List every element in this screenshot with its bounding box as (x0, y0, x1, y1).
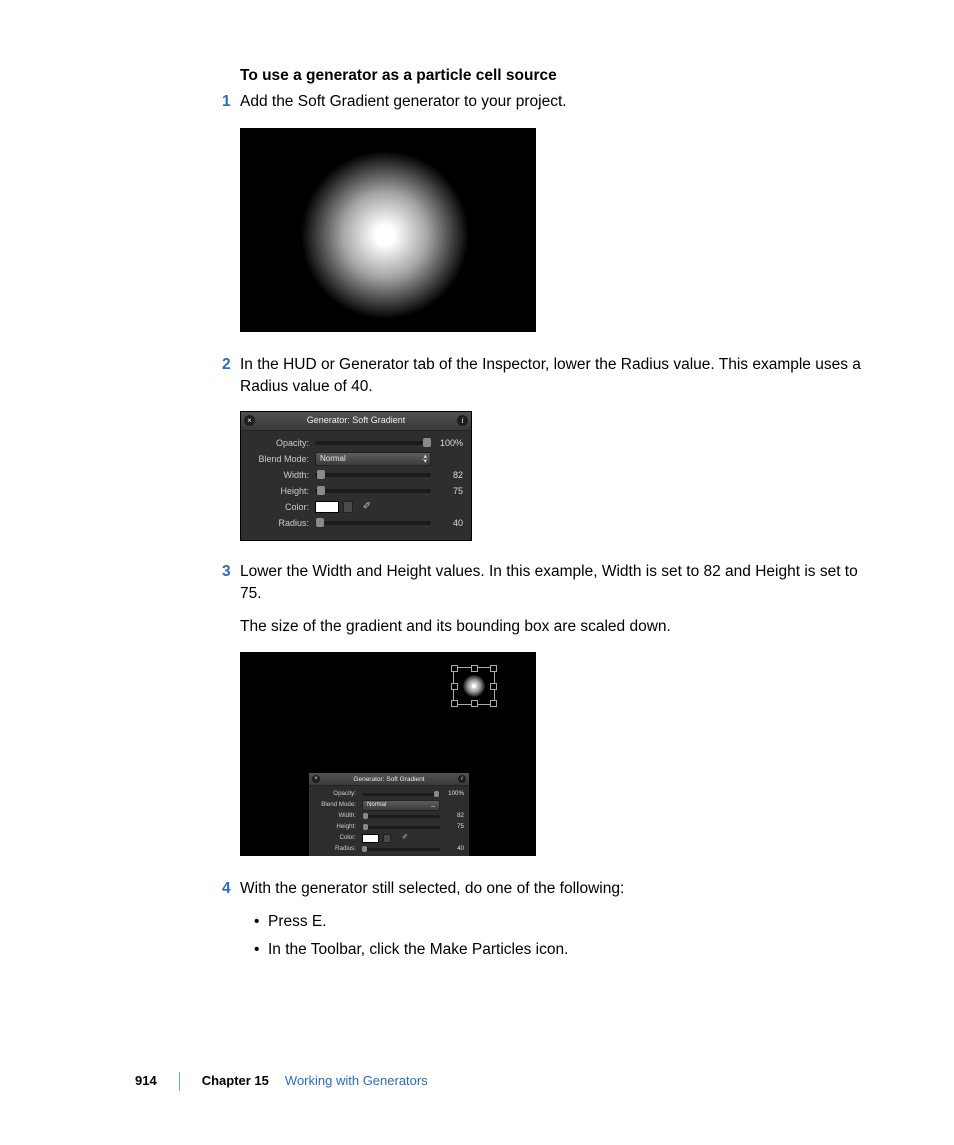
radius-slider[interactable] (315, 521, 431, 525)
hud-row-color: Color: ✐ (249, 500, 463, 515)
step-4: With the generator still selected, do on… (240, 878, 880, 961)
hud-panel-overlay: × Generator: Soft Gradient i Opacity: 10… (308, 772, 470, 856)
eyedropper-icon[interactable]: ✐ (399, 833, 411, 843)
figure-viewer-with-hud: × Generator: Soft Gradient i Opacity: 10… (240, 652, 536, 856)
height-value: 75 (431, 485, 463, 498)
opacity-label: Opacity: (249, 437, 315, 450)
step-2: In the HUD or Generator tab of the Inspe… (240, 354, 880, 541)
step-list: Add the Soft Gradient generator to your … (240, 91, 880, 961)
color-stepper[interactable] (383, 834, 391, 843)
page-number: 914 (135, 1072, 180, 1091)
color-label: Color: (249, 501, 315, 514)
opacity-slider[interactable] (362, 793, 440, 796)
hud-overlay-title: Generator: Soft Gradient (353, 775, 424, 784)
info-icon[interactable]: i (457, 415, 468, 426)
height-slider[interactable] (315, 489, 431, 493)
step-2-text: In the HUD or Generator tab of the Inspe… (240, 354, 880, 399)
blend-label: Blend Mode: (249, 453, 315, 466)
hud-row-blend: Blend Mode: Normal▴▾ (249, 452, 463, 467)
step-4-bullets: Press E. In the Toolbar, click the Make … (240, 911, 880, 962)
step-3-followup: The size of the gradient and its boundin… (240, 616, 880, 638)
color-swatch[interactable] (362, 834, 379, 843)
close-icon[interactable]: × (244, 415, 255, 426)
width-slider[interactable] (315, 473, 431, 477)
bullet-make-particles: In the Toolbar, click the Make Particles… (254, 939, 880, 961)
hud-body: Opacity: 100% Blend Mode: Normal▴▾ Width… (241, 431, 471, 540)
step-1: Add the Soft Gradient generator to your … (240, 91, 880, 331)
blend-mode-select[interactable]: Normal (362, 800, 440, 811)
hud-row-opacity: Opacity: 100% (249, 436, 463, 451)
radius-slider[interactable] (362, 848, 440, 851)
opacity-value: 100% (431, 437, 463, 450)
page-footer: 914 Chapter 15 Working with Generators (135, 1072, 428, 1091)
close-icon[interactable]: × (312, 775, 320, 783)
soft-gradient-glow (300, 150, 470, 320)
step-1-text: Add the Soft Gradient generator to your … (240, 91, 880, 113)
hud-overlay-title-bar: × Generator: Soft Gradient i (309, 773, 469, 786)
radius-label: Radius: (249, 517, 315, 530)
width-value: 82 (431, 469, 463, 482)
height-slider[interactable] (362, 826, 440, 829)
eyedropper-icon[interactable]: ✐ (361, 500, 373, 515)
section-heading: To use a generator as a particle cell so… (240, 65, 880, 87)
height-label: Height: (249, 485, 315, 498)
hud-row-width: Width: 82 (249, 468, 463, 483)
width-slider[interactable] (362, 815, 440, 818)
chapter-label: Chapter 15 (180, 1072, 277, 1091)
color-swatch[interactable] (315, 501, 339, 513)
hud-panel: × Generator: Soft Gradient i Opacity: 10… (240, 411, 472, 541)
hud-title: Generator: Soft Gradient (307, 414, 406, 427)
step-3-text: Lower the Width and Height values. In th… (240, 561, 880, 606)
hud-title-bar: × Generator: Soft Gradient i (241, 412, 471, 431)
page-content: To use a generator as a particle cell so… (240, 65, 880, 972)
bullet-press-e: Press E. (254, 911, 880, 933)
blend-mode-select[interactable]: Normal▴▾ (315, 452, 431, 466)
figure-soft-gradient-large (240, 128, 536, 332)
color-stepper[interactable] (343, 501, 353, 513)
hud-row-radius: Radius: 40 (249, 516, 463, 531)
width-label: Width: (249, 469, 315, 482)
chapter-title: Working with Generators (277, 1072, 428, 1091)
step-4-text: With the generator still selected, do on… (240, 878, 880, 900)
radius-value: 40 (431, 517, 463, 530)
hud-row-height: Height: 75 (249, 484, 463, 499)
opacity-slider[interactable] (315, 441, 431, 445)
step-3: Lower the Width and Height values. In th… (240, 561, 880, 856)
info-icon[interactable]: i (458, 775, 466, 783)
bounding-box[interactable] (453, 667, 495, 705)
